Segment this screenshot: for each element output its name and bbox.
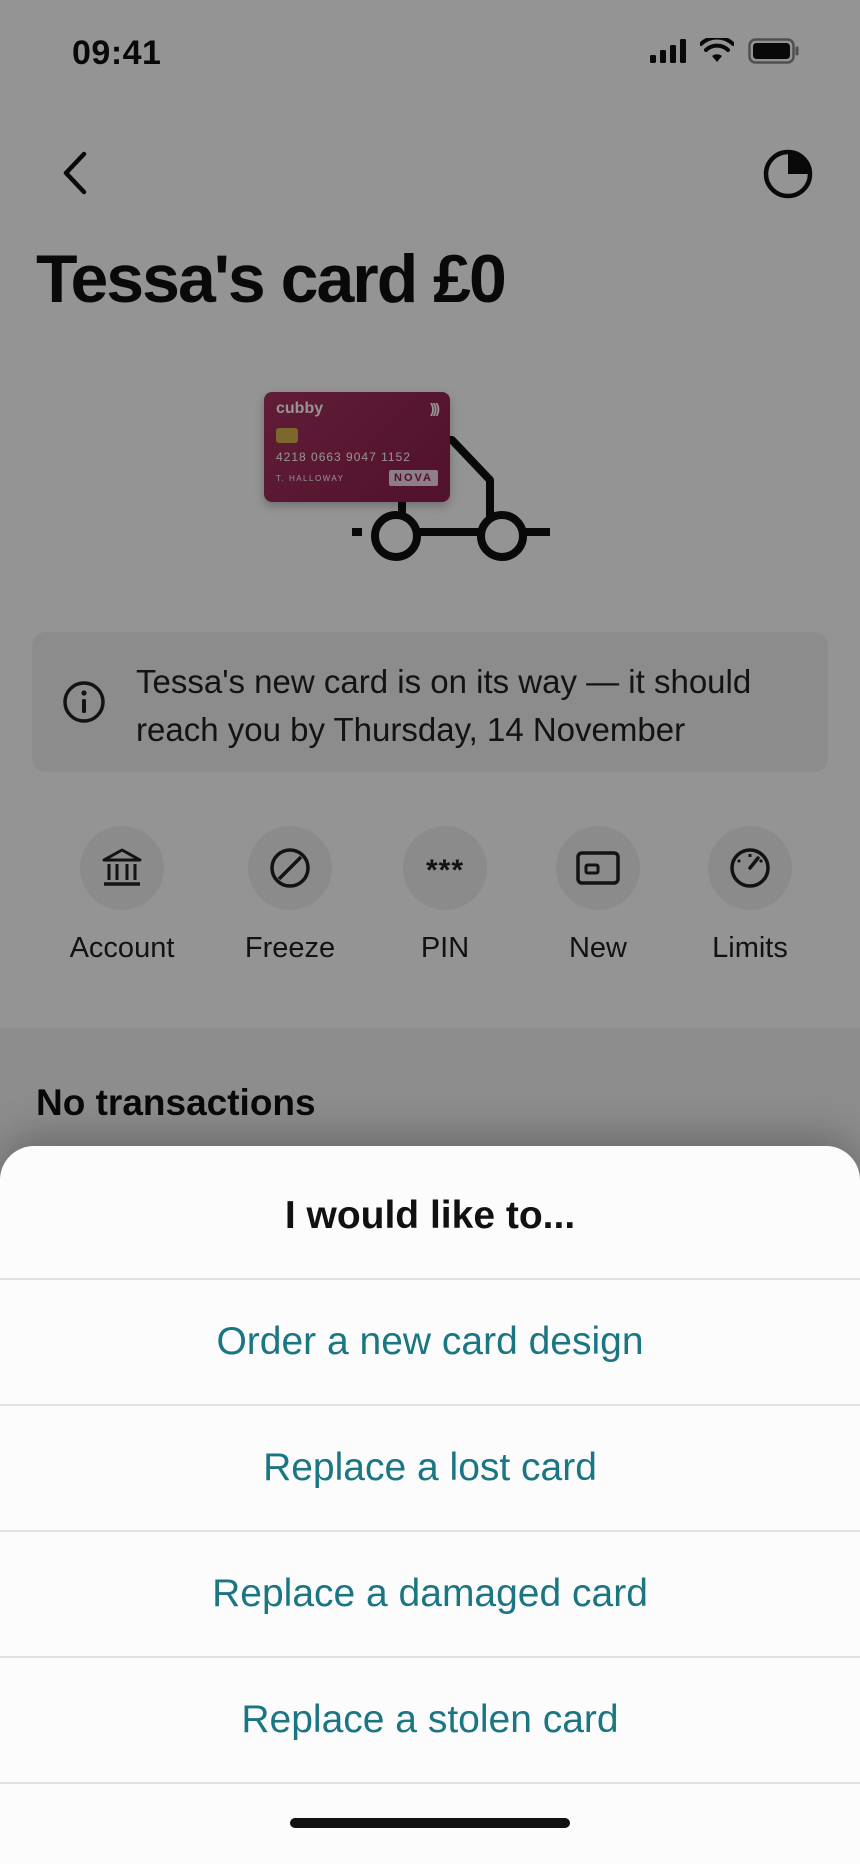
- divider: [0, 1782, 860, 1784]
- replace-damaged-card-option[interactable]: Replace a damaged card: [0, 1530, 860, 1656]
- replace-stolen-card-option[interactable]: Replace a stolen card: [0, 1656, 860, 1782]
- replace-lost-card-option[interactable]: Replace a lost card: [0, 1404, 860, 1530]
- card-screen: 09:41 Tessa's card £0 cubby))) 4218 066…: [0, 0, 860, 1864]
- action-sheet: I would like to... Order a new card desi…: [0, 1146, 860, 1864]
- home-indicator[interactable]: [290, 1818, 570, 1828]
- order-new-design-option[interactable]: Order a new card design: [0, 1278, 860, 1404]
- sheet-title: I would like to...: [284, 1194, 576, 1237]
